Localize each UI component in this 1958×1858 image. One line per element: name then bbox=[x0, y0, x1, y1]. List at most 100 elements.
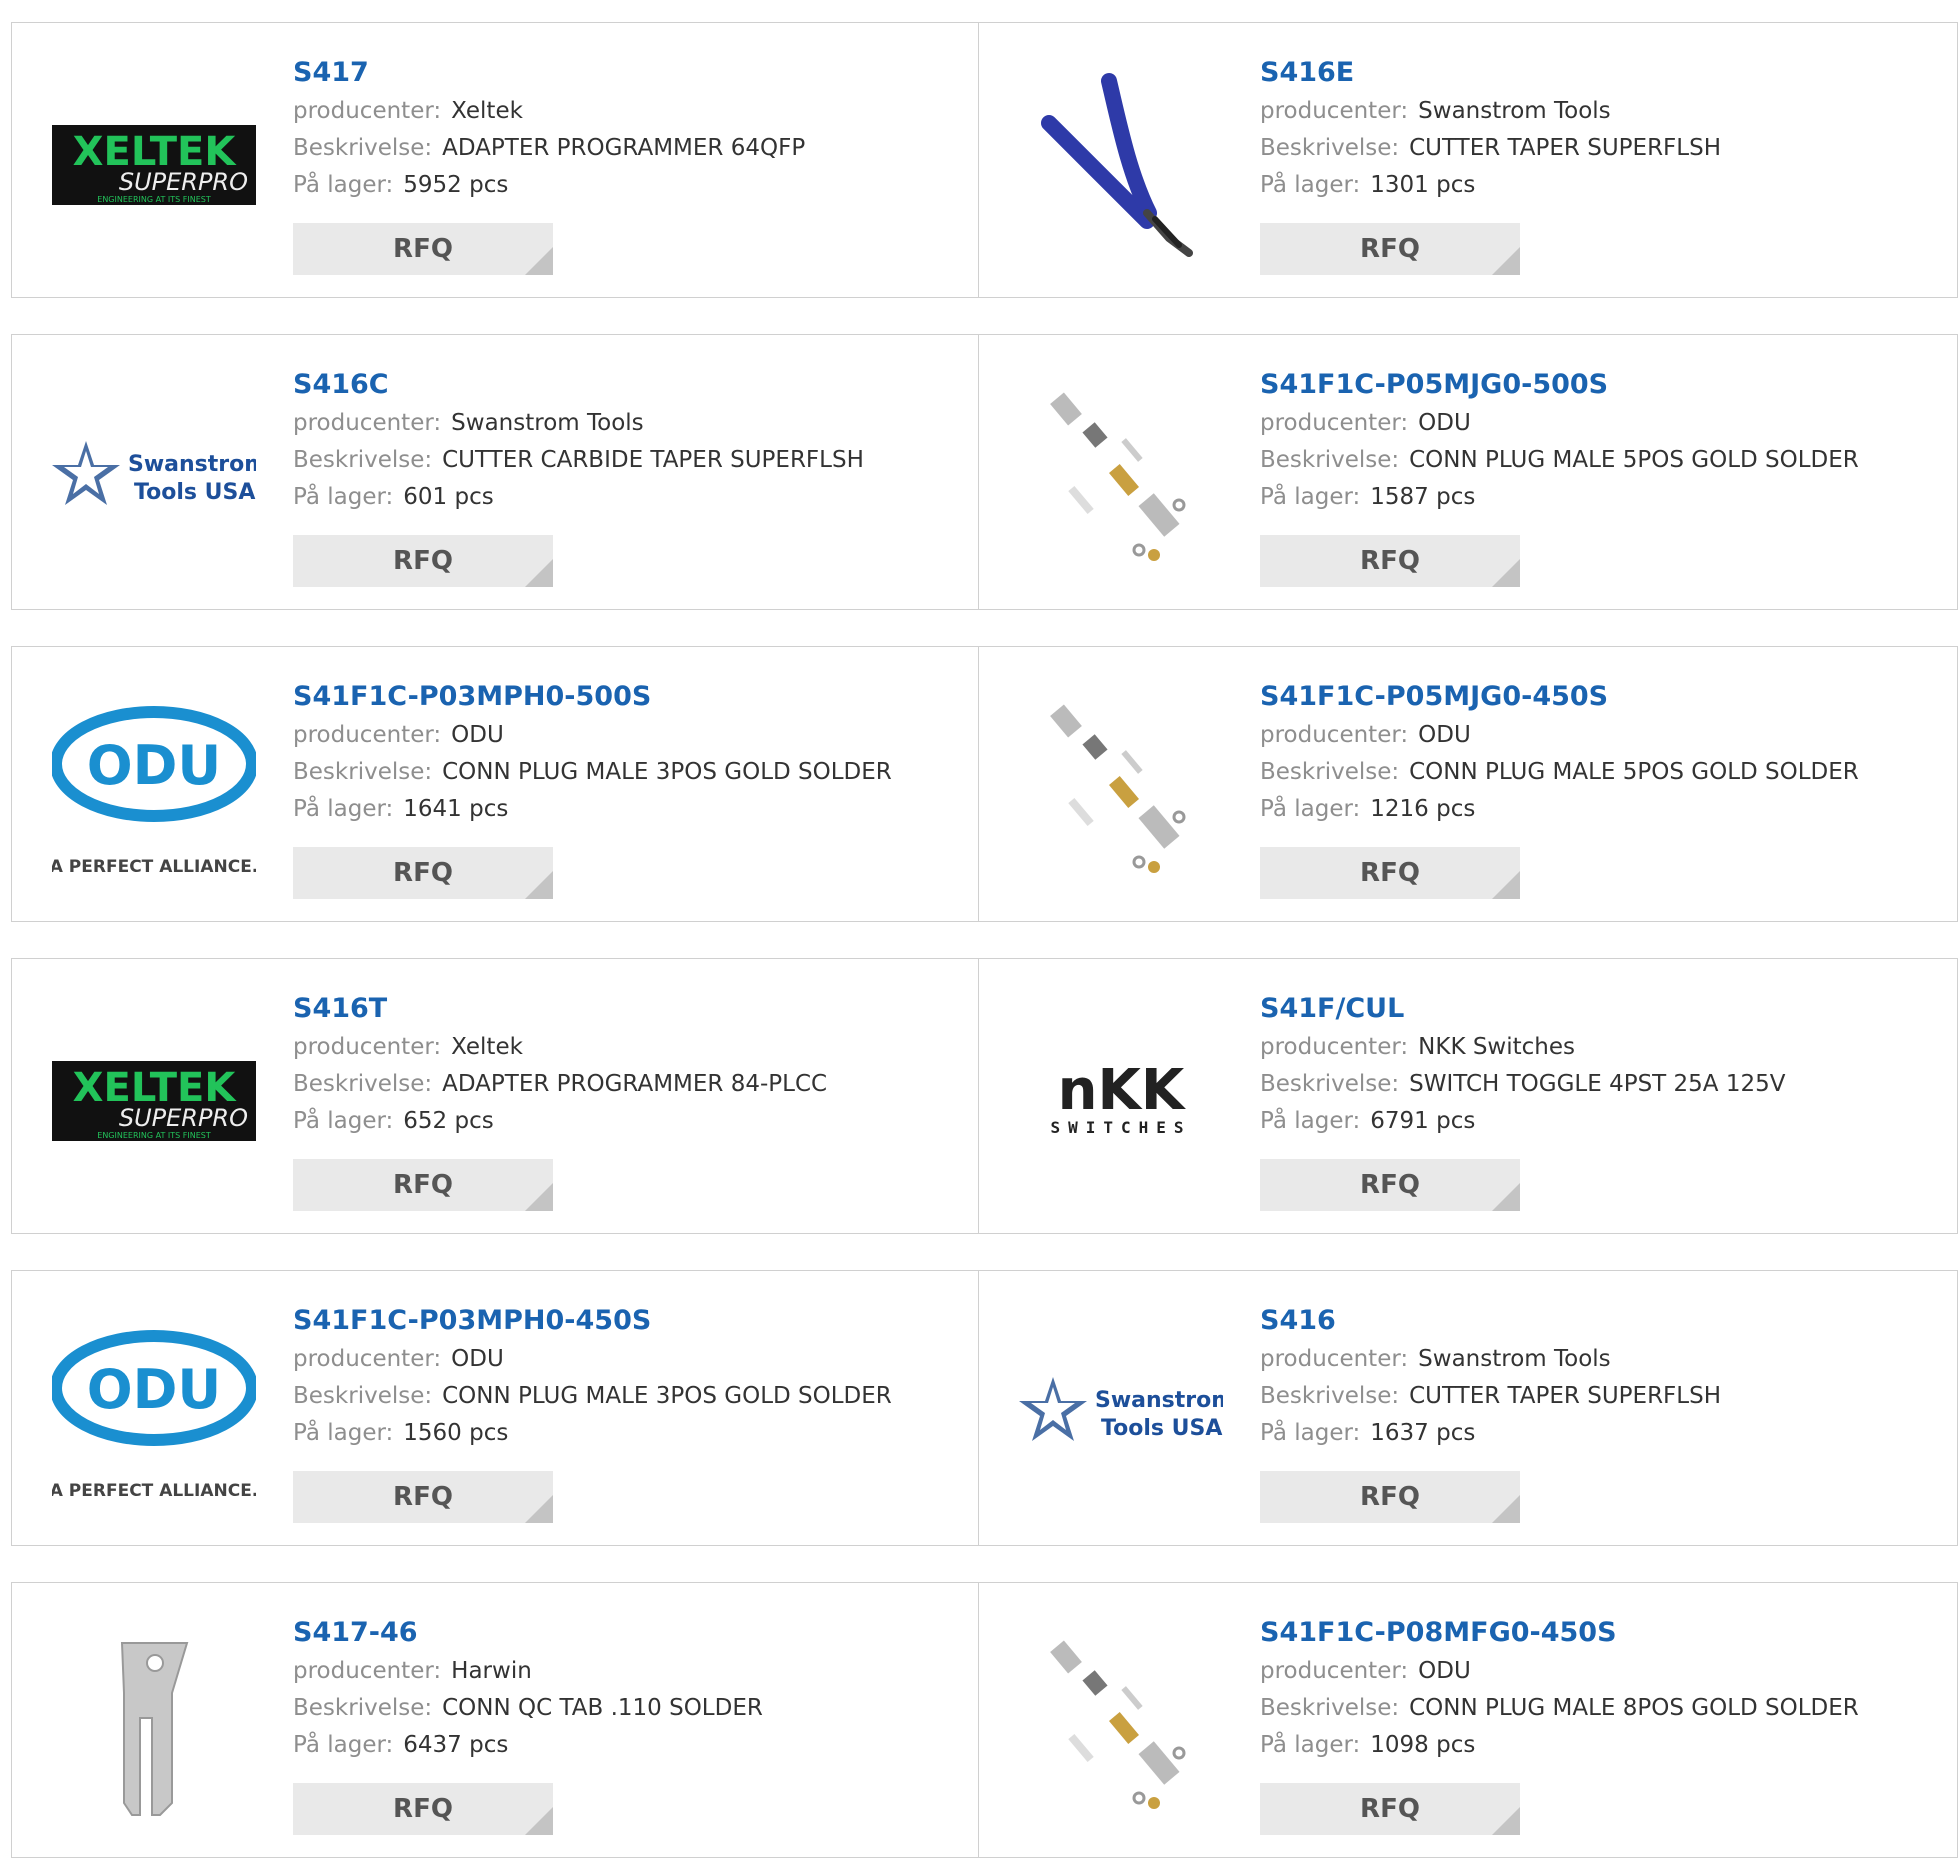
rfq-button[interactable]: RFQ bbox=[1260, 223, 1520, 275]
manufacturer-row: producenter: Swanstrom Tools bbox=[293, 405, 980, 442]
description-row: Beskrivelse: CONN PLUG MALE 5POS GOLD SOL… bbox=[1260, 754, 1947, 791]
description-row: Beskrivelse: CUTTER TAPER SUPERFLSH bbox=[1260, 1378, 1947, 1415]
description-value: SWITCH TOGGLE 4PST 25A 125V bbox=[1409, 1071, 1786, 1097]
description-value: CUTTER CARBIDE TAPER SUPERFLSH bbox=[442, 447, 864, 473]
rfq-button[interactable]: RFQ bbox=[293, 223, 553, 275]
description-label: Beskrivelse: bbox=[1260, 1383, 1400, 1409]
stock-row: På lager: 1587 pcs bbox=[1260, 479, 1947, 516]
manufacturer-label: producenter: bbox=[293, 410, 442, 436]
description-label: Beskrivelse: bbox=[293, 1071, 433, 1097]
svg-text:Swanstrom: Swanstrom bbox=[1095, 1388, 1223, 1413]
connector-product-photo bbox=[1050, 392, 1186, 561]
rfq-button[interactable]: RFQ bbox=[1260, 1783, 1520, 1835]
stock-label: På lager: bbox=[293, 1108, 394, 1134]
description-value: CONN QC TAB .110 SOLDER bbox=[442, 1695, 763, 1721]
product-part-number-link[interactable]: S41F1C-P03MPH0-500S bbox=[293, 679, 980, 717]
stock-label: På lager: bbox=[293, 1420, 394, 1446]
cutter-product-photo bbox=[1041, 73, 1193, 257]
description-label: Beskrivelse: bbox=[293, 1695, 433, 1721]
corner-triangle-icon bbox=[1492, 247, 1520, 275]
description-row: Beskrivelse: CONN PLUG MALE 8POS GOLD SOL… bbox=[1260, 1690, 1947, 1727]
rfq-button[interactable]: RFQ bbox=[293, 1471, 553, 1523]
corner-triangle-icon bbox=[1492, 1807, 1520, 1835]
stock-label: På lager: bbox=[1260, 1108, 1361, 1134]
product-part-number-link[interactable]: S416E bbox=[1260, 55, 1947, 93]
product-card: S41F1C-P05MJG0-450S producenter: ODU Besk… bbox=[978, 646, 1958, 922]
svg-text:SUPERPRO: SUPERPRO bbox=[119, 1104, 248, 1132]
rfq-label: RFQ bbox=[1360, 234, 1420, 264]
svg-text:ODU: ODU bbox=[87, 1358, 222, 1421]
stock-label: På lager: bbox=[1260, 172, 1361, 198]
product-info: S416E producenter: Swanstrom Tools Beskri… bbox=[1260, 55, 1947, 204]
description-value: ADAPTER PROGRAMMER 84-PLCC bbox=[442, 1071, 828, 1097]
rfq-button[interactable]: RFQ bbox=[293, 1159, 553, 1211]
rfq-label: RFQ bbox=[393, 1482, 453, 1512]
stock-row: På lager: 1641 pcs bbox=[293, 791, 980, 828]
product-part-number-link[interactable]: S416T bbox=[293, 991, 980, 1029]
stock-row: På lager: 1637 pcs bbox=[1260, 1415, 1947, 1452]
description-row: Beskrivelse: ADAPTER PROGRAMMER 84-PLCC bbox=[293, 1066, 980, 1103]
rfq-button[interactable]: RFQ bbox=[1260, 535, 1520, 587]
rfq-button[interactable]: RFQ bbox=[293, 847, 553, 899]
product-image[interactable] bbox=[52, 1623, 256, 1827]
product-part-number-link[interactable]: S41F1C-P03MPH0-450S bbox=[293, 1303, 980, 1341]
svg-text:Tools USA: Tools USA bbox=[1101, 1416, 1222, 1441]
rfq-button[interactable]: RFQ bbox=[293, 535, 553, 587]
product-card: S417-46 producenter: Harwin Beskrivelse: C… bbox=[11, 1582, 991, 1858]
stock-value: 6437 pcs bbox=[403, 1732, 509, 1758]
manufacturer-row: producenter: Harwin bbox=[293, 1653, 980, 1690]
corner-triangle-icon bbox=[525, 1495, 553, 1523]
rfq-button[interactable]: RFQ bbox=[1260, 1471, 1520, 1523]
product-image[interactable] bbox=[1019, 1623, 1223, 1827]
stock-label: På lager: bbox=[293, 1732, 394, 1758]
rfq-label: RFQ bbox=[1360, 1170, 1420, 1200]
description-label: Beskrivelse: bbox=[293, 447, 433, 473]
rfq-button[interactable]: RFQ bbox=[1260, 847, 1520, 899]
product-image[interactable]: XELTEK SUPERPRO ENGINEERING AT ITS FINES… bbox=[52, 63, 256, 267]
product-grid: XELTEK SUPERPRO ENGINEERING AT ITS FINES… bbox=[0, 0, 1958, 1858]
description-label: Beskrivelse: bbox=[1260, 759, 1400, 785]
product-image[interactable]: Swanstrom Tools USA bbox=[1019, 1311, 1223, 1515]
stock-row: På lager: 1560 pcs bbox=[293, 1415, 980, 1452]
rfq-button[interactable]: RFQ bbox=[1260, 1159, 1520, 1211]
product-part-number-link[interactable]: S41F1C-P08MFG0-450S bbox=[1260, 1615, 1947, 1653]
product-image[interactable]: XELTEK SUPERPRO ENGINEERING AT ITS FINES… bbox=[52, 999, 256, 1203]
manufacturer-row: producenter: ODU bbox=[1260, 1653, 1947, 1690]
manufacturer-label: producenter: bbox=[293, 1034, 442, 1060]
product-part-number-link[interactable]: S41F1C-P05MJG0-500S bbox=[1260, 367, 1947, 405]
product-card: ODU A PERFECT ALLIANCE. S41F1C-P03MPH0-4… bbox=[11, 1270, 991, 1546]
description-value: CONN PLUG MALE 5POS GOLD SOLDER bbox=[1409, 447, 1859, 473]
product-part-number-link[interactable]: S41F1C-P05MJG0-450S bbox=[1260, 679, 1947, 717]
manufacturer-label: producenter: bbox=[1260, 98, 1409, 124]
product-info: S41F/CUL producenter: NKK Switches Beskri… bbox=[1260, 991, 1947, 1140]
product-card: Swanstrom Tools USA S416C producenter: Sw… bbox=[11, 334, 991, 610]
description-row: Beskrivelse: CONN QC TAB .110 SOLDER bbox=[293, 1690, 980, 1727]
svg-text:SUPERPRO: SUPERPRO bbox=[119, 168, 248, 196]
corner-triangle-icon bbox=[525, 1807, 553, 1835]
product-part-number-link[interactable]: S417-46 bbox=[293, 1615, 980, 1653]
description-row: Beskrivelse: CONN PLUG MALE 3POS GOLD SOL… bbox=[293, 754, 980, 791]
manufacturer-value: Xeltek bbox=[451, 98, 523, 124]
product-image[interactable] bbox=[1019, 687, 1223, 891]
stock-value: 601 pcs bbox=[403, 484, 494, 510]
manufacturer-row: producenter: ODU bbox=[293, 717, 980, 754]
product-image[interactable]: Swanstrom Tools USA bbox=[52, 375, 256, 579]
manufacturer-value: ODU bbox=[1418, 1658, 1471, 1684]
rfq-button[interactable]: RFQ bbox=[293, 1783, 553, 1835]
product-image[interactable] bbox=[1019, 375, 1223, 579]
product-image[interactable] bbox=[1019, 63, 1223, 267]
product-info: S41F1C-P05MJG0-450S producenter: ODU Besk… bbox=[1260, 679, 1947, 828]
product-part-number-link[interactable]: S416 bbox=[1260, 1303, 1947, 1341]
product-image[interactable]: ODU A PERFECT ALLIANCE. bbox=[52, 1311, 256, 1515]
product-image[interactable]: ODU A PERFECT ALLIANCE. bbox=[52, 687, 256, 891]
product-card: S416E producenter: Swanstrom Tools Beskri… bbox=[978, 22, 1958, 298]
manufacturer-value: ODU bbox=[1418, 722, 1471, 748]
product-part-number-link[interactable]: S417 bbox=[293, 55, 980, 93]
product-part-number-link[interactable]: S416C bbox=[293, 367, 980, 405]
product-card: S41F1C-P08MFG0-450S producenter: ODU Besk… bbox=[978, 1582, 1958, 1858]
product-image[interactable]: nKK SWITCHES bbox=[1019, 999, 1223, 1203]
product-part-number-link[interactable]: S41F/CUL bbox=[1260, 991, 1947, 1029]
rfq-label: RFQ bbox=[1360, 546, 1420, 576]
description-value: CONN PLUG MALE 3POS GOLD SOLDER bbox=[442, 759, 892, 785]
manufacturer-value: ODU bbox=[1418, 410, 1471, 436]
